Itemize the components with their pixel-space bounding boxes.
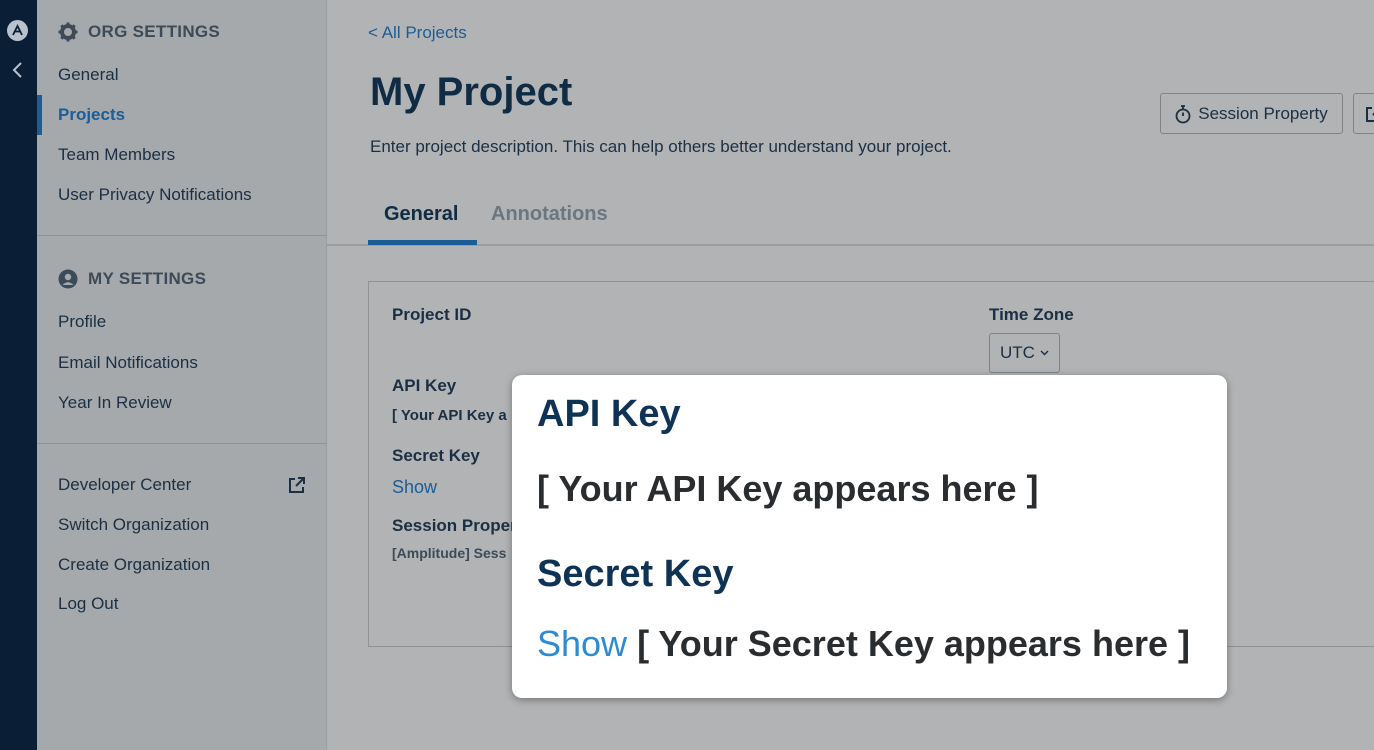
external-link-icon[interactable]: [287, 475, 307, 495]
tab-general[interactable]: General: [384, 203, 458, 226]
my-settings-heading: MY SETTINGS: [58, 269, 206, 289]
sidebar-item-developer-center[interactable]: Developer Center: [58, 475, 191, 495]
sidebar-item-projects[interactable]: Projects: [58, 105, 125, 125]
project-description[interactable]: Enter project description. This can help…: [370, 137, 952, 157]
sidebar-item-email-notifications[interactable]: Email Notifications: [58, 353, 198, 373]
collapse-sidebar-icon[interactable]: [9, 60, 27, 80]
app-rail: [0, 0, 37, 750]
org-settings-heading: ORG SETTINGS: [58, 22, 220, 42]
zoom-callout: API Key [ Your API Key appears here ] Se…: [512, 375, 1227, 698]
session-property-label: Session Property: [1198, 103, 1328, 123]
session-property-value: [Amplitude] Sess: [392, 545, 507, 561]
tab-bar-divider: [327, 244, 1374, 246]
divider: [37, 235, 327, 236]
page-title: My Project: [370, 70, 573, 114]
secret-key-label: Secret Key: [392, 446, 480, 465]
callout-api-key-heading: API Key: [537, 393, 681, 435]
stopwatch-icon: [1175, 104, 1191, 123]
settings-sidebar: ORG SETTINGS General Projects Team Membe…: [37, 0, 327, 750]
chevron-down-icon: [1040, 350, 1049, 356]
sidebar-item-team-members[interactable]: Team Members: [58, 145, 175, 165]
time-zone-value: UTC: [1000, 343, 1035, 362]
all-projects-link[interactable]: < All Projects: [368, 23, 467, 43]
session-property-field-label: Session Proper: [392, 516, 517, 535]
sidebar-item-general[interactable]: General: [58, 65, 118, 85]
time-zone-select[interactable]: UTC: [989, 333, 1060, 373]
sidebar-item-user-privacy[interactable]: User Privacy Notifications: [58, 185, 252, 205]
org-settings-label: ORG SETTINGS: [88, 22, 221, 41]
api-key-value: [ Your API Key a: [392, 407, 507, 424]
callout-show-link[interactable]: Show: [537, 623, 627, 664]
callout-secret-key-text: [ Your Secret Key appears here ]: [637, 623, 1190, 664]
show-secret-link[interactable]: Show: [392, 477, 437, 498]
tab-annotations[interactable]: Annotations: [491, 203, 608, 226]
active-tab-indicator: [368, 240, 477, 245]
api-key-label: API Key: [392, 376, 457, 395]
callout-api-key-text: [ Your API Key appears here ]: [537, 468, 1039, 509]
sidebar-item-switch-organization[interactable]: Switch Organization: [58, 515, 209, 535]
share-icon: [1366, 106, 1374, 122]
sidebar-item-year-in-review[interactable]: Year In Review: [58, 393, 172, 413]
my-settings-label: MY SETTINGS: [88, 269, 207, 288]
session-property-button[interactable]: Session Property: [1160, 93, 1343, 134]
time-zone-label: Time Zone: [989, 305, 1074, 324]
callout-secret-key-row: Show [ Your Secret Key appears here ]: [537, 623, 1190, 665]
gear-icon: [58, 22, 78, 42]
user-avatar-icon: [58, 269, 78, 289]
divider: [37, 443, 327, 444]
sidebar-item-profile[interactable]: Profile: [58, 312, 106, 332]
amplitude-logo-icon[interactable]: [7, 20, 28, 41]
sidebar-item-create-organization[interactable]: Create Organization: [58, 555, 210, 575]
callout-secret-key-heading: Secret Key: [537, 553, 734, 595]
sidebar-item-log-out[interactable]: Log Out: [58, 594, 119, 614]
active-indicator: [37, 95, 42, 135]
project-id-label: Project ID: [392, 305, 472, 324]
share-button[interactable]: [1353, 93, 1374, 134]
